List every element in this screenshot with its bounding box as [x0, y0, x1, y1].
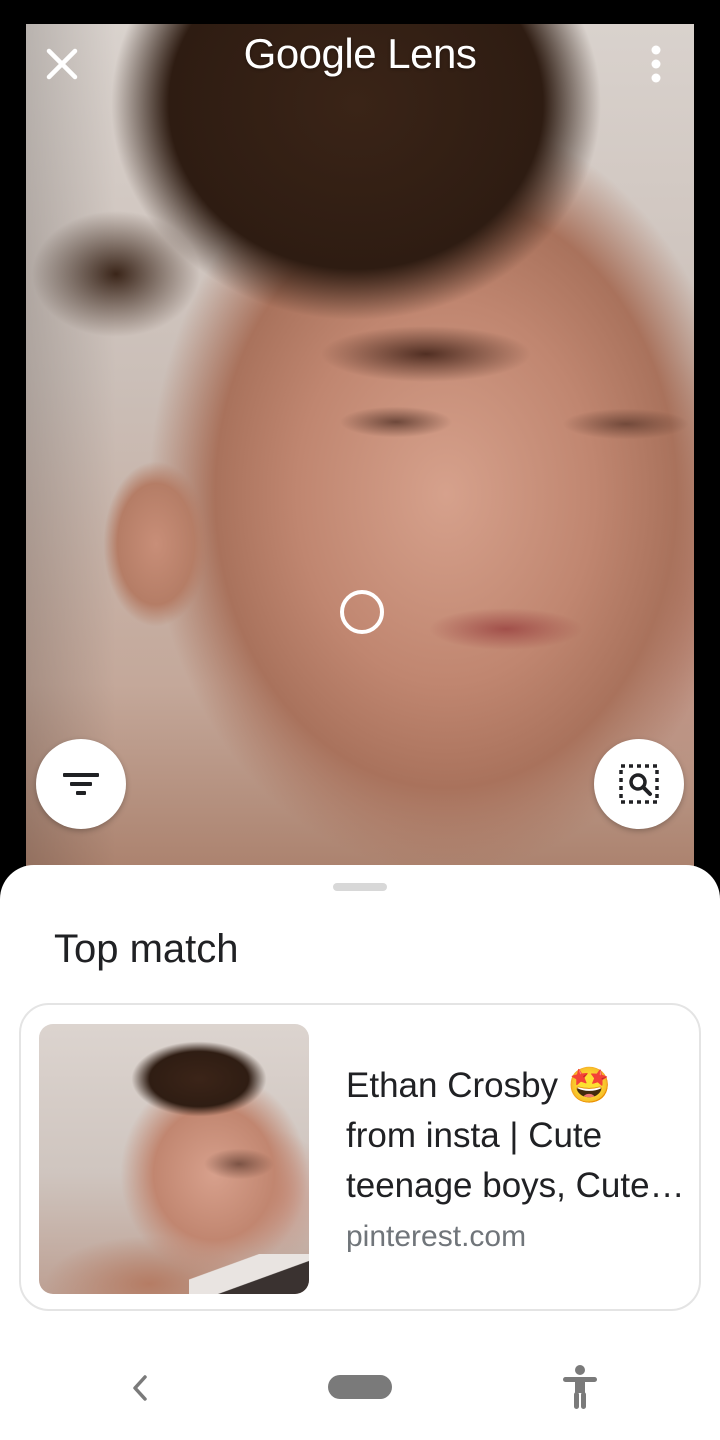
accessibility-button[interactable] — [558, 1363, 602, 1411]
search-region-icon — [619, 764, 659, 804]
search-region-button[interactable] — [594, 739, 684, 829]
more-options-button[interactable] — [636, 40, 676, 88]
nav-back-button[interactable] — [120, 1368, 160, 1408]
results-sheet[interactable]: Top match Ethan Crosby 🤩 from insta | Cu… — [0, 865, 720, 1440]
more-vert-icon — [651, 45, 661, 83]
back-chevron-icon — [133, 1375, 147, 1401]
accessibility-icon — [563, 1365, 597, 1409]
top-match-card[interactable]: Ethan Crosby 🤩 from insta | Cute teenage… — [19, 1003, 701, 1311]
focus-ring-icon — [340, 590, 384, 634]
section-title: Top match — [54, 927, 239, 971]
filter-button[interactable] — [36, 739, 126, 829]
home-pill-icon[interactable] — [328, 1375, 392, 1399]
filter-icon — [63, 773, 99, 795]
sheet-drag-handle[interactable] — [333, 883, 387, 891]
top-match-title[interactable]: Ethan Crosby 🤩 from insta | Cute teenage… — [346, 1061, 686, 1211]
app-title: Google Lens — [243, 30, 477, 77]
top-match-thumbnail[interactable] — [39, 1024, 309, 1294]
camera-preview[interactable] — [26, 24, 694, 904]
top-match-source: pinterest.com — [346, 1220, 527, 1253]
thumbnail-detail — [189, 1254, 309, 1294]
